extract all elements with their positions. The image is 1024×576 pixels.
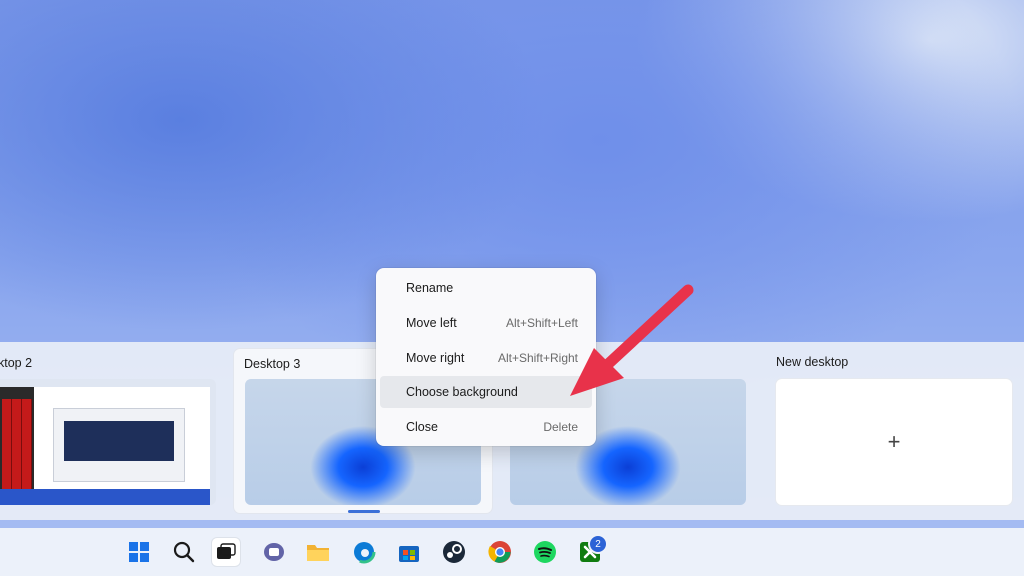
file-explorer-icon[interactable]: [304, 538, 332, 566]
chrome-icon[interactable]: [486, 538, 514, 566]
teams-chat-icon[interactable]: [260, 538, 288, 566]
annotation-arrow-icon: [570, 284, 694, 396]
windows-start-icon[interactable]: [125, 538, 153, 566]
task-view-icon[interactable]: [212, 538, 240, 566]
steam-icon[interactable]: [440, 538, 468, 566]
microsoft-store-icon[interactable]: [395, 538, 423, 566]
edge-icon[interactable]: [350, 538, 378, 566]
search-icon[interactable]: [170, 538, 198, 566]
spotify-icon[interactable]: [531, 538, 559, 566]
notification-badge: 2: [590, 536, 606, 552]
